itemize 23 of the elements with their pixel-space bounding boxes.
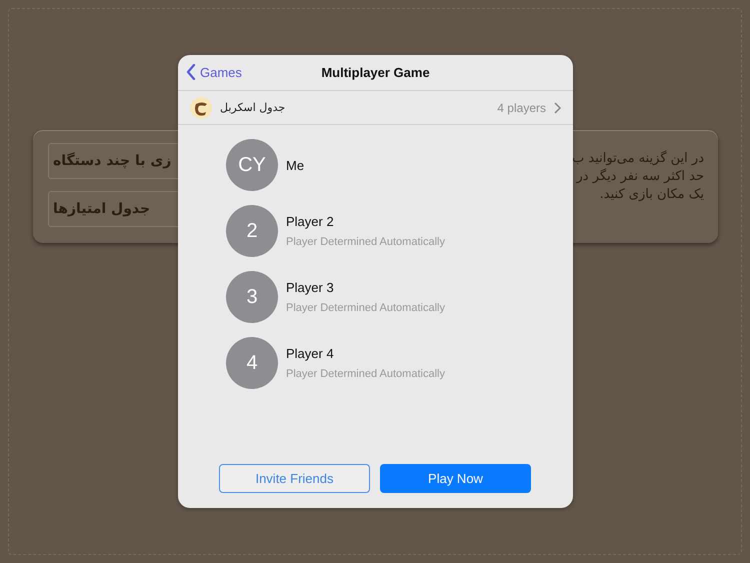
chevron-right-icon <box>554 102 561 114</box>
player-name: Me <box>286 158 304 172</box>
avatar: 4 <box>226 337 278 389</box>
player-status: Player Determined Automatically <box>286 302 445 314</box>
description-text: در این گزینه می‌توانید ب <box>572 150 704 168</box>
player-name: Player 4 <box>286 346 335 361</box>
avatar: 2 <box>226 205 278 257</box>
avatar: 3 <box>226 271 278 323</box>
app-icon <box>190 96 212 118</box>
description-text: یک مکان بازی کنید. <box>600 186 704 204</box>
player-name: Player 3 <box>286 280 335 295</box>
dialog-title: Multiplayer Game <box>321 65 430 80</box>
avatar: CY <box>226 139 278 191</box>
player-count: 4 players <box>497 100 546 114</box>
player-status: Player Determined Automatically <box>286 368 445 380</box>
chevron-left-icon <box>186 64 196 80</box>
description-text: حد اکثر سه نفر دیگر در <box>576 168 704 186</box>
back-button[interactable]: Games <box>186 64 242 80</box>
player-name: Player 2 <box>286 214 335 229</box>
invite-button[interactable]: Invite Friends <box>219 464 370 493</box>
play-button[interactable]: Play Now <box>380 464 531 493</box>
player-status: Player Determined Automatically <box>286 236 445 248</box>
game-name: جدول اسکربل <box>220 101 286 114</box>
